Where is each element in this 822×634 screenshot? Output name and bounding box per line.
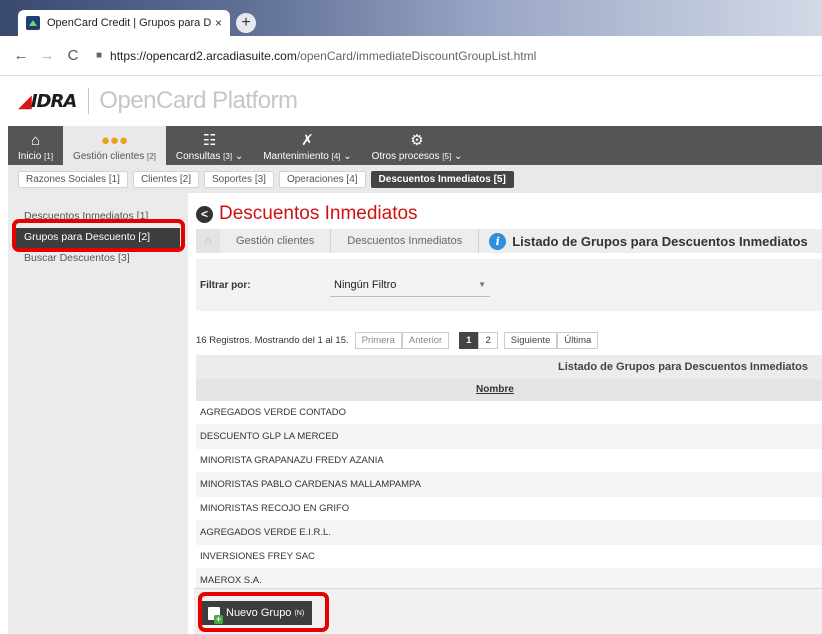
table-row[interactable]: AGREGADOS VERDE E.I.R.L. xyxy=(196,521,822,545)
favicon-icon xyxy=(26,16,40,30)
nav-gestion-key: [2] xyxy=(146,152,156,161)
table-row[interactable]: DESCUENTO GLP LA MERCED xyxy=(196,425,822,449)
url-path: /openCard/immediateDiscountGroupList.htm… xyxy=(296,48,537,63)
nav-otros-key: [5] xyxy=(442,152,452,161)
nav-otros-procesos[interactable]: ⚙ Otros procesos [5] ⌄ xyxy=(362,126,473,165)
gear-icon: ⚙ xyxy=(410,132,424,149)
table-row[interactable]: MINORISTAS RECOJO EN GRIFO xyxy=(196,497,822,521)
subtab-operaciones[interactable]: Operaciones [4] xyxy=(278,170,366,188)
prev-page-button[interactable]: Anterior xyxy=(401,332,450,349)
highlight-annotation xyxy=(198,592,329,632)
breadcrumb-gestion-clientes[interactable]: Gestión clientes xyxy=(220,229,332,253)
chevron-down-icon: ⌄ xyxy=(453,151,463,162)
subtab-clientes[interactable]: Clientes [2] xyxy=(132,170,199,188)
chart-icon: ☷ xyxy=(202,132,217,149)
table-row[interactable]: AGREGADOS VERDE CONTADO xyxy=(196,401,822,425)
back-icon[interactable]: < xyxy=(196,205,213,223)
address-bar: ← → C ■ https://opencard2.arcadiasuite.c… xyxy=(0,36,822,76)
browser-tab[interactable]: OpenCard Credit | Grupos para D × xyxy=(18,10,230,36)
nav-mantenimiento[interactable]: ✗ Mantenimiento [4] ⌄ xyxy=(253,126,361,165)
nav-consultas[interactable]: ☷ Consultas [3] ⌄ xyxy=(166,126,253,165)
subtab-soportes[interactable]: Soportes [3] xyxy=(204,170,274,188)
tab-title: OpenCard Credit | Grupos para D xyxy=(47,17,211,29)
chevron-down-icon: ⌄ xyxy=(234,151,244,162)
main-nav: ⌂ Inicio [1] ●●● Gestión clientes [2] ☷ … xyxy=(8,126,822,165)
lock-icon: ■ xyxy=(96,50,103,61)
filter-label: Filtrar por: xyxy=(200,279,251,291)
back-arrow-icon[interactable]: ← xyxy=(8,47,34,64)
page-header: < Descuentos Inmediatos xyxy=(196,203,418,225)
nav-mantenimiento-key: [4] xyxy=(331,152,341,161)
url-host: https://opencard2.arcadiasuite.com xyxy=(110,48,297,63)
users-icon: ●●● xyxy=(100,132,129,149)
filter-panel: Filtrar por: Ningún Filtro ▼ xyxy=(196,259,822,311)
record-count: 16 Registros. Mostrando del 1 al 15. xyxy=(196,335,349,346)
table-row[interactable]: INVERSIONES FREY SAC xyxy=(196,545,822,569)
first-page-button[interactable]: Primera xyxy=(354,332,402,349)
subtab-descuentos-inmediatos[interactable]: Descuentos Inmediatos [5] xyxy=(370,170,514,188)
page-title: Descuentos Inmediatos xyxy=(219,203,418,224)
highlight-annotation xyxy=(12,219,185,252)
nav-mantenimiento-label: Mantenimiento xyxy=(263,151,329,162)
pagination: 16 Registros. Mostrando del 1 al 15. Pri… xyxy=(196,332,599,349)
table-row[interactable]: MINORISTAS PABLO CARDENAS MALLAMPAMPA xyxy=(196,473,822,497)
home-icon: ⌂ xyxy=(30,132,41,149)
forward-arrow-icon[interactable]: → xyxy=(34,47,60,64)
page-1-button[interactable]: 1 xyxy=(459,332,479,349)
breadcrumb-current: i Listado de Grupos para Descuentos Inme… xyxy=(489,232,808,250)
header-divider xyxy=(88,88,90,114)
subtab-razones-sociales[interactable]: Razones Sociales [1] xyxy=(18,170,128,188)
breadcrumb-current-label: Listado de Grupos para Descuentos Inmedi… xyxy=(512,233,808,249)
breadcrumb: ⌂ Gestión clientes Descuentos Inmediatos… xyxy=(196,229,822,253)
sidebar: Descuentos Inmediatos [1] Grupos para De… xyxy=(8,193,188,634)
app-header: ◢IDRA OpenCard Platform xyxy=(0,76,822,126)
groups-table: Listado de Grupos para Descuentos Inmedi… xyxy=(196,355,822,593)
caret-down-icon: ▼ xyxy=(478,280,486,289)
reload-icon[interactable]: C xyxy=(60,47,86,64)
table-caption: Listado de Grupos para Descuentos Inmedi… xyxy=(196,355,822,379)
nav-inicio-key: [1] xyxy=(44,152,54,161)
breadcrumb-descuentos-inmediatos[interactable]: Descuentos Inmediatos xyxy=(331,229,480,253)
main-content: < Descuentos Inmediatos ⌂ Gestión client… xyxy=(196,193,822,634)
column-header-nombre[interactable]: Nombre xyxy=(196,379,822,401)
platform-title: OpenCard Platform xyxy=(99,87,298,114)
wrench-icon: ✗ xyxy=(301,132,314,149)
nav-consultas-key: [3] xyxy=(223,152,233,161)
new-tab-button[interactable]: + xyxy=(236,13,256,33)
sidebar-item-buscar-descuentos[interactable]: Buscar Descuentos [3] xyxy=(8,249,188,270)
nav-gestion-label: Gestión clientes xyxy=(73,151,145,162)
filter-select-value: Ningún Filtro xyxy=(334,278,397,291)
browser-tabstrip: OpenCard Credit | Grupos para D × + xyxy=(0,0,822,36)
page-2-button[interactable]: 2 xyxy=(478,332,498,349)
nav-inicio[interactable]: ⌂ Inicio [1] xyxy=(8,126,63,165)
close-icon[interactable]: × xyxy=(215,16,222,30)
next-page-button[interactable]: Siguiente xyxy=(503,332,558,349)
nav-gestion-clientes[interactable]: ●●● Gestión clientes [2] xyxy=(63,126,166,165)
url-field[interactable]: ■ https://opencard2.arcadiasuite.com/ope… xyxy=(96,49,536,63)
sub-nav: Razones Sociales [1] Clientes [2] Soport… xyxy=(8,165,822,193)
nav-consultas-label: Consultas xyxy=(175,151,221,162)
company-logo: ◢IDRA xyxy=(18,90,77,112)
home-icon[interactable]: ⌂ xyxy=(196,229,220,253)
chevron-down-icon: ⌄ xyxy=(343,151,352,162)
nav-otros-label: Otros procesos xyxy=(371,151,440,162)
last-page-button[interactable]: Última xyxy=(557,332,599,349)
info-icon: i xyxy=(489,232,507,250)
filter-select[interactable]: Ningún Filtro ▼ xyxy=(330,273,490,297)
table-row[interactable]: MINORISTA GRAPANAZU FREDY AZANIA xyxy=(196,449,822,473)
nav-inicio-label: Inicio xyxy=(18,151,42,162)
